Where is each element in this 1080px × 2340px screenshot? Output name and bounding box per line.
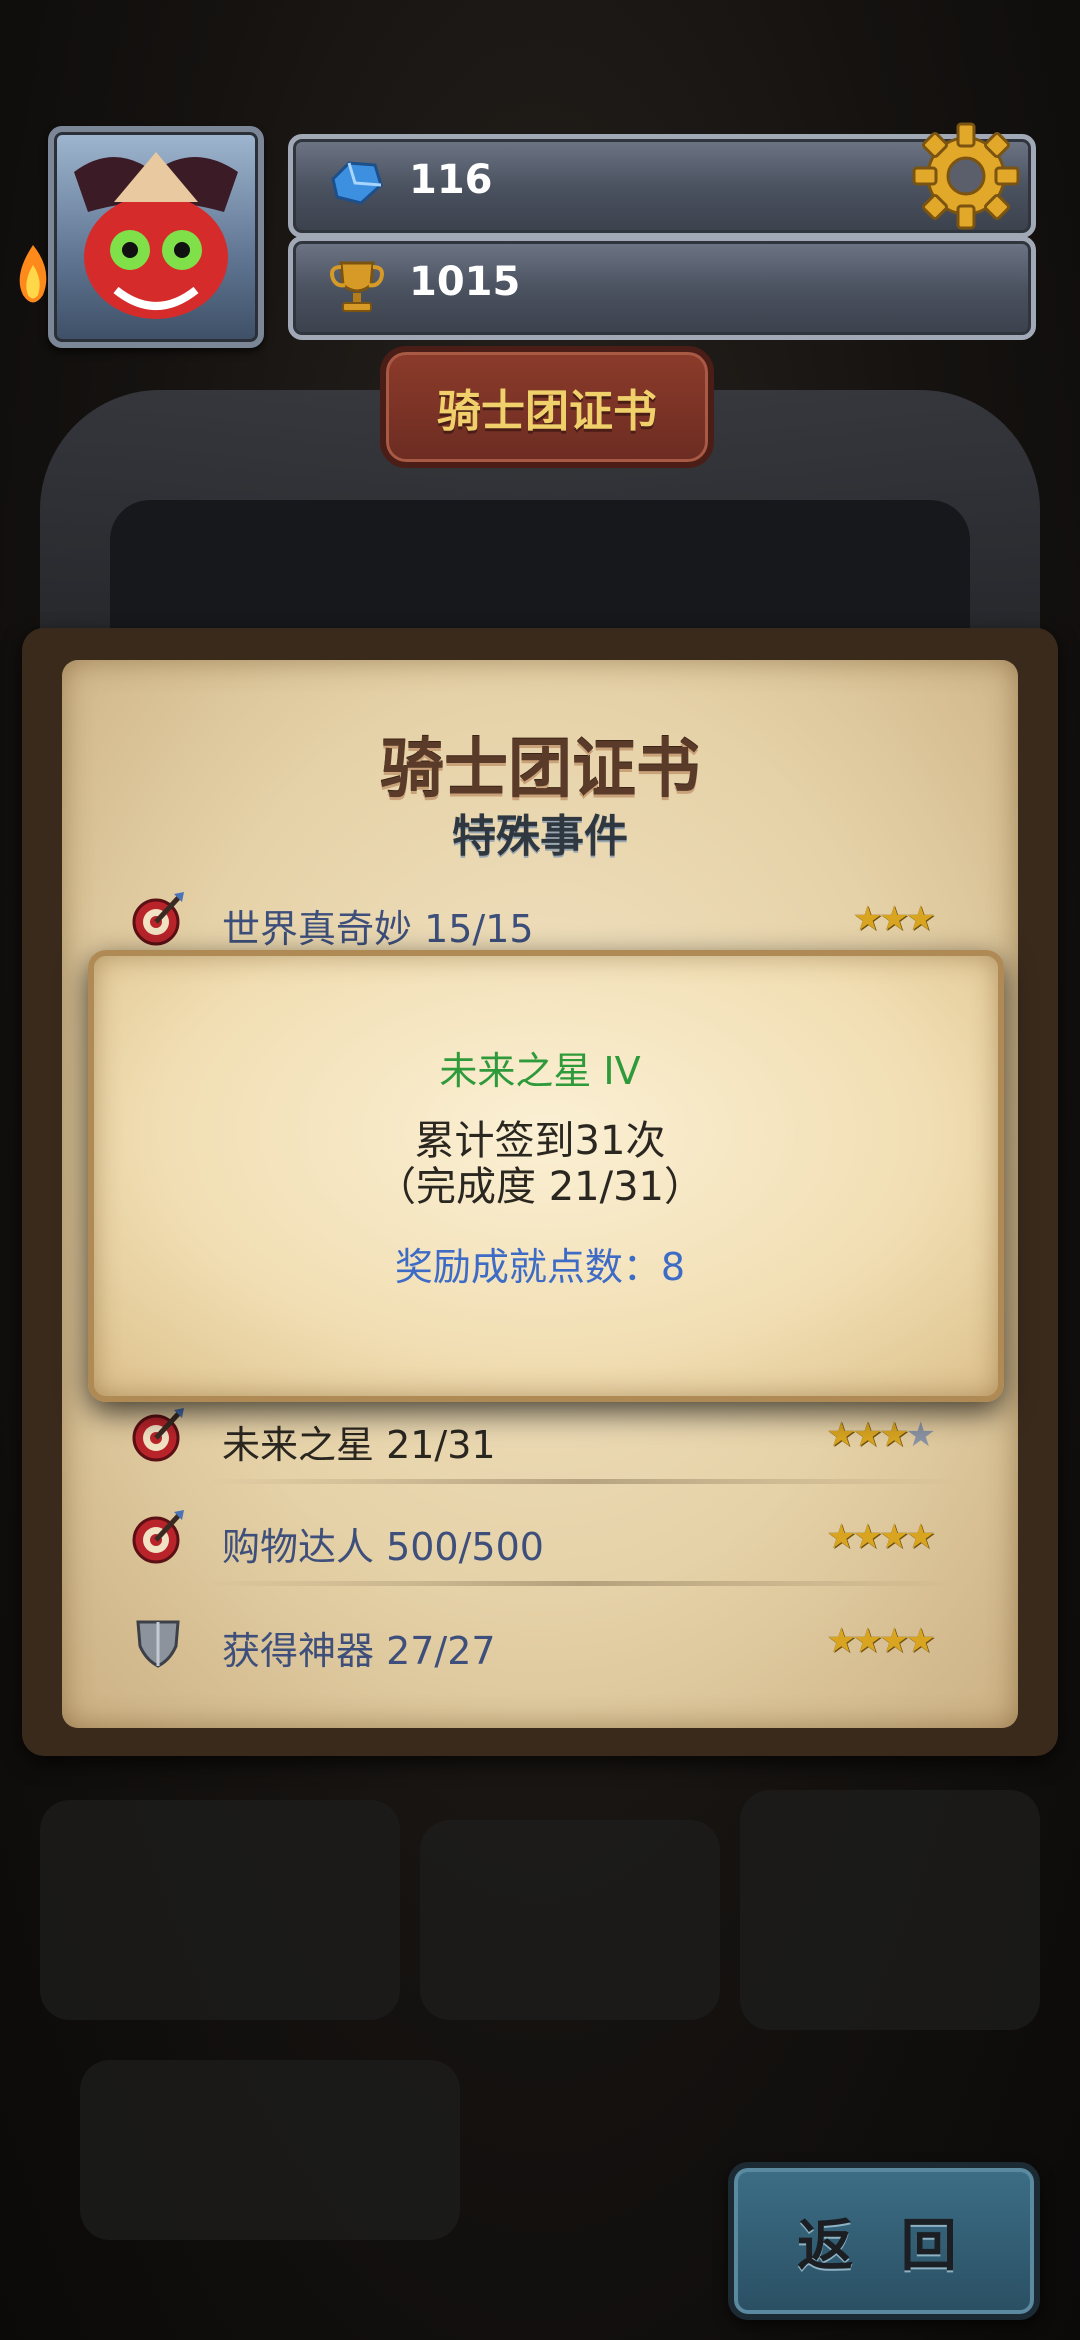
banner-title: 骑士团证书 [437,386,657,437]
achievement-stars: ★★★ [852,899,937,939]
target-arrow-icon [132,1408,184,1462]
popup-desc-line1: 累计签到31次 [414,1118,666,1164]
trophies-bar: 1015 [288,236,1036,340]
row-divider [208,1581,958,1586]
title-banner: 骑士团证书 [380,346,714,468]
achievement-row[interactable]: 购物达人 500/500 ★★★★ [118,1494,958,1586]
target-arrow-icon [132,892,184,946]
popup-desc-line2: （完成度 21/31） [376,1164,704,1210]
settings-button[interactable] [908,118,1024,234]
target-arrow-icon [132,1510,184,1564]
gem-icon [331,161,383,205]
player-avatar[interactable] [48,126,264,348]
achievement-label: 获得神器 27/27 [222,1629,496,1673]
achievement-stars: ★★★★ [826,1415,936,1455]
board-subtitle: 特殊事件 [452,811,628,862]
trophies-count: 1015 [409,259,521,305]
gems-count: 116 [409,157,493,203]
trophy-icon [330,261,384,312]
torch-flame-icon [8,240,58,310]
background-rock [80,2060,460,2240]
achievement-label: 世界真奇妙 15/15 [222,907,534,951]
shield-icon [136,1620,180,1668]
row-divider [208,1479,958,1484]
board-title: 骑士团证书 [380,733,700,807]
gear-icon [912,122,1020,230]
achievement-stars: ★★★★ [826,1621,936,1661]
achievement-stars: ★★★★ [826,1517,936,1557]
back-button-label: 返 回 [797,2213,971,2279]
popup-reward: 奖励成就点数：8 [394,1245,686,1289]
achievement-label: 未来之星 21/31 [222,1423,496,1467]
achievement-row[interactable]: 获得神器 27/27 ★★★★ [118,1598,958,1690]
background-rock [420,1820,720,2020]
popup-achievement-name: 未来之星 IV [439,1049,641,1093]
demon-avatar-icon [74,152,238,319]
back-button[interactable]: 返 回 [728,2162,1040,2320]
background-rock [40,1800,400,2020]
achievement-row[interactable]: 未来之星 21/31 ★★★★ [118,1392,958,1484]
achievement-label: 购物达人 500/500 [222,1525,544,1569]
background-rock [740,1790,1040,2030]
popup-description: 累计签到31次 （完成度 21/31） [0,1118,1080,1210]
